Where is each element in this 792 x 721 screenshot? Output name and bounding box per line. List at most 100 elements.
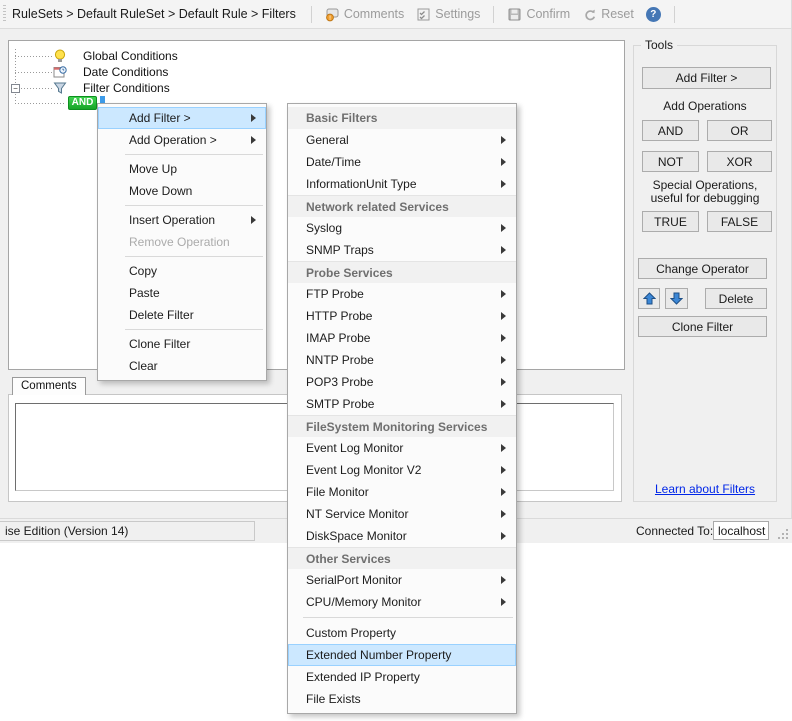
submenu-item-custom-property[interactable]: Custom Property	[288, 622, 516, 644]
reset-button[interactable]: Reset	[582, 7, 634, 22]
calendar-clock-icon	[53, 65, 67, 79]
menu-item-label: Custom Property	[306, 626, 396, 640]
menu-separator	[303, 617, 513, 618]
confirm-button-label: Confirm	[526, 7, 570, 21]
help-icon[interactable]: ?	[646, 7, 661, 22]
menu-item-clear[interactable]: Clear	[98, 355, 266, 377]
submenu-item-file-exists[interactable]: File Exists	[288, 688, 516, 710]
submenu-item-file-monitor[interactable]: File Monitor	[288, 481, 516, 503]
tree-expander-icon[interactable]: −	[11, 84, 20, 93]
submenu-item-syslog[interactable]: Syslog	[288, 217, 516, 239]
menu-item-insert-operation[interactable]: Insert Operation	[98, 209, 266, 231]
menu-item-move-down[interactable]: Move Down	[98, 180, 266, 202]
move-down-button[interactable]	[665, 288, 688, 309]
submenu-arrow-icon	[501, 356, 506, 364]
menu-item-label: POP3 Probe	[306, 375, 373, 389]
svg-text:!: !	[329, 15, 331, 22]
submenu-arrow-icon	[501, 576, 506, 584]
submenu-item-informationunit-type[interactable]: InformationUnit Type	[288, 173, 516, 195]
menu-item-label: File Monitor	[306, 485, 369, 499]
menu-item-label: Remove Operation	[129, 235, 230, 249]
add-filter-button[interactable]: Add Filter >	[642, 67, 771, 89]
menu-item-remove-operation: Remove Operation	[98, 231, 266, 253]
false-operation-button[interactable]: FALSE	[707, 211, 772, 232]
tree-item-date-conditions[interactable]: Date Conditions	[83, 65, 168, 80]
special-operations-label-line1: Special Operations,	[634, 178, 776, 192]
move-up-button[interactable]	[638, 288, 660, 309]
confirm-button[interactable]: Confirm	[507, 7, 570, 22]
breadcrumb: RuleSets > Default RuleSet > Default Rul…	[12, 7, 296, 21]
up-arrow-icon	[643, 292, 656, 305]
submenu-item-extended-ip-property[interactable]: Extended IP Property	[288, 666, 516, 688]
submenu-item-pop3-probe[interactable]: POP3 Probe	[288, 371, 516, 393]
menu-item-label: Move Down	[129, 184, 192, 198]
submenu-item-ftp-probe[interactable]: FTP Probe	[288, 283, 516, 305]
menu-item-label: InformationUnit Type	[306, 177, 417, 191]
submenu-item-event-log-monitor-v2[interactable]: Event Log Monitor V2	[288, 459, 516, 481]
tree-connector-line	[15, 72, 53, 73]
xor-operation-button[interactable]: XOR	[707, 151, 772, 172]
menu-item-add-filter[interactable]: Add Filter >	[98, 107, 266, 129]
toolbar: RuleSets > Default RuleSet > Default Rul…	[0, 0, 791, 29]
funnel-icon	[53, 81, 67, 95]
tree-node-and-operator[interactable]: AND	[68, 96, 97, 110]
menu-item-move-up[interactable]: Move Up	[98, 158, 266, 180]
submenu-item-imap-probe[interactable]: IMAP Probe	[288, 327, 516, 349]
submenu-item-snmp-traps[interactable]: SNMP Traps	[288, 239, 516, 261]
and-operation-button[interactable]: AND	[642, 120, 699, 141]
menu-item-copy[interactable]: Copy	[98, 260, 266, 282]
submenu-item-cpu-memory-monitor[interactable]: CPU/Memory Monitor	[288, 591, 516, 613]
menu-item-label: NT Service Monitor	[306, 507, 408, 521]
submenu-item-extended-number-property[interactable]: Extended Number Property	[288, 644, 516, 666]
resize-grip[interactable]	[776, 527, 789, 540]
menu-item-label: Clear	[129, 359, 158, 373]
submenu-arrow-icon	[501, 224, 506, 232]
true-operation-button[interactable]: TRUE	[642, 211, 699, 232]
submenu-item-serialport-monitor[interactable]: SerialPort Monitor	[288, 569, 516, 591]
or-operation-button[interactable]: OR	[707, 120, 772, 141]
submenu-item-nntp-probe[interactable]: NNTP Probe	[288, 349, 516, 371]
menu-item-clone-filter[interactable]: Clone Filter	[98, 333, 266, 355]
submenu-header-probe-services: Probe Services	[288, 261, 516, 283]
submenu-item-date-time[interactable]: Date/Time	[288, 151, 516, 173]
comments-button[interactable]: ! Comments	[325, 7, 404, 22]
tree-connector-line	[15, 56, 53, 57]
menu-item-delete-filter[interactable]: Delete Filter	[98, 304, 266, 326]
screen: RuleSets > Default RuleSet > Default Rul…	[0, 0, 792, 721]
special-operations-label-line2: useful for debugging	[634, 191, 776, 205]
menu-item-label: Move Up	[129, 162, 177, 176]
tree-item-global-conditions[interactable]: Global Conditions	[83, 49, 178, 64]
submenu-arrow-icon	[501, 290, 506, 298]
context-menu: Add Filter > Add Operation > Move Up Mov…	[97, 103, 267, 381]
submenu-item-smtp-probe[interactable]: SMTP Probe	[288, 393, 516, 415]
learn-about-filters-link[interactable]: Learn about Filters	[634, 482, 776, 496]
menu-item-label: Extended Number Property	[306, 648, 451, 662]
tab-comments[interactable]: Comments	[12, 377, 86, 395]
tools-panel: Tools Add Filter > Add Operations AND OR…	[633, 45, 777, 502]
delete-button[interactable]: Delete	[705, 288, 767, 309]
submenu-arrow-icon	[501, 136, 506, 144]
not-operation-button[interactable]: NOT	[642, 151, 699, 172]
submenu-item-general[interactable]: General	[288, 129, 516, 151]
menu-item-label: CPU/Memory Monitor	[306, 595, 421, 609]
toolbar-gripper[interactable]	[3, 5, 6, 23]
submenu-item-event-log-monitor[interactable]: Event Log Monitor	[288, 437, 516, 459]
settings-button[interactable]: Settings	[416, 7, 480, 22]
menu-item-label: IMAP Probe	[306, 331, 370, 345]
submenu-item-nt-service-monitor[interactable]: NT Service Monitor	[288, 503, 516, 525]
submenu-arrow-icon	[251, 114, 256, 122]
submenu-item-http-probe[interactable]: HTTP Probe	[288, 305, 516, 327]
menu-item-add-operation[interactable]: Add Operation >	[98, 129, 266, 151]
clone-filter-button[interactable]: Clone Filter	[638, 316, 767, 337]
menu-item-paste[interactable]: Paste	[98, 282, 266, 304]
submenu-header-network-related-services: Network related Services	[288, 195, 516, 217]
menu-separator	[125, 256, 263, 257]
submenu-item-diskspace-monitor[interactable]: DiskSpace Monitor	[288, 525, 516, 547]
menu-separator	[125, 205, 263, 206]
submenu-header-filesystem-monitoring-services: FileSystem Monitoring Services	[288, 415, 516, 437]
change-operator-button[interactable]: Change Operator	[638, 258, 767, 279]
menu-item-label: NNTP Probe	[306, 353, 374, 367]
submenu-arrow-icon	[501, 400, 506, 408]
tree-item-filter-conditions[interactable]: Filter Conditions	[83, 81, 170, 96]
menu-item-label: SMTP Probe	[306, 397, 374, 411]
